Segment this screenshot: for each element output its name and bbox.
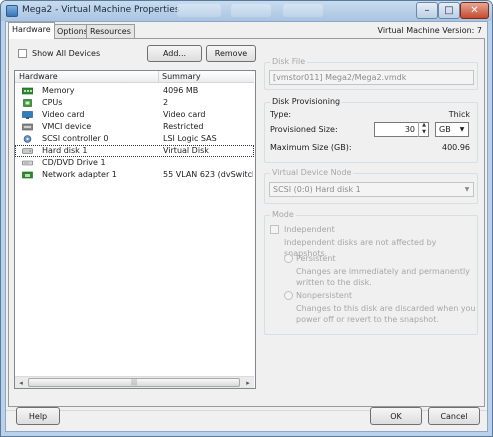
disk-type-label: Type:: [270, 110, 292, 119]
independent-checkbox: [270, 225, 279, 234]
maximum-size-label: Maximum Size (GB):: [270, 143, 352, 152]
independent-label: Independent: [284, 225, 335, 234]
hard-disk-icon: [22, 148, 33, 154]
cancel-button[interactable]: Cancel: [428, 407, 480, 425]
disk-file-group: Disk File [vmstor011] Mega2/Mega2.vmdk: [264, 57, 478, 90]
provisioned-size-spinner[interactable]: ▲ ▼: [418, 122, 429, 137]
disk-provisioning-group: Disk Provisioning Type: Thick Provisione…: [264, 97, 478, 163]
maximize-button[interactable]: □: [438, 2, 460, 19]
nonpersistent-label: Nonpersistent: [296, 291, 353, 300]
column-header-hardware[interactable]: Hardware: [19, 72, 58, 81]
dialog-client-area: Hardware Options Resources Virtual Machi…: [5, 21, 488, 432]
disk-file-group-title: Disk File: [270, 57, 308, 66]
hardware-list-header: Hardware Summary: [15, 71, 254, 83]
scrollbar-thumb[interactable]: |||: [28, 378, 240, 387]
hardware-list[interactable]: Hardware Summary Memory 4096 MB CPUs 2 V…: [14, 70, 256, 389]
hardware-name: VMCI device: [42, 122, 92, 131]
video-card-icon: [22, 111, 33, 119]
hardware-summary: LSI Logic SAS: [163, 134, 217, 143]
background-window-blur: [231, 4, 271, 17]
hardware-row-cpus[interactable]: CPUs 2: [15, 97, 254, 109]
hardware-name: SCSI controller 0: [42, 134, 109, 143]
nonpersistent-description: Changes to this disk are discarded when …: [296, 304, 476, 324]
memory-icon: [22, 87, 33, 95]
minimize-button[interactable]: –: [416, 2, 438, 19]
provisioned-size-label: Provisioned Size:: [270, 125, 338, 134]
disk-type-value: Thick: [448, 110, 470, 119]
hardware-row-hard-disk[interactable]: Hard disk 1 Virtual Disk: [15, 145, 254, 157]
mode-group: Mode Independent Independent disks are n…: [264, 210, 478, 335]
hardware-summary: Restricted: [163, 122, 204, 131]
hardware-row-video-card[interactable]: Video card Video card: [15, 109, 254, 121]
disk-file-path-field: [vmstor011] Mega2/Mega2.vmdk: [269, 70, 474, 85]
mode-group-title: Mode: [270, 210, 296, 219]
help-button[interactable]: Help: [16, 407, 60, 425]
maximum-size-value: 400.96: [442, 143, 470, 152]
chevron-down-icon: ▼: [464, 186, 470, 193]
close-button[interactable]: ✕: [460, 2, 489, 19]
hardware-summary: Virtual Disk: [163, 146, 209, 155]
network-adapter-icon: [22, 171, 33, 179]
window-title: Mega2 - Virtual Machine Properties: [22, 5, 180, 15]
virtual-device-node-select: SCSI (0:0) Hard disk 1 ▼: [269, 182, 474, 197]
virtual-device-node-group: Virtual Device Node SCSI (0:0) Hard disk…: [264, 168, 478, 204]
spin-down-icon[interactable]: ▼: [419, 129, 429, 136]
remove-device-button[interactable]: Remove: [206, 45, 256, 62]
persistent-description: Changes are immediately and permanently …: [296, 267, 470, 287]
hardware-name: CPUs: [42, 98, 63, 107]
hardware-summary: 55 VLAN 623 (dvSwitch...: [163, 170, 253, 179]
hardware-name: Hard disk 1: [42, 146, 88, 155]
virtual-device-node-group-title: Virtual Device Node: [270, 168, 354, 177]
hardware-name: CD/DVD Drive 1: [42, 158, 106, 167]
hardware-list-horizontal-scrollbar[interactable]: ◂ ||| ▸: [15, 376, 254, 388]
hardware-name: Network adapter 1: [42, 170, 117, 179]
background-window-blur: [283, 4, 323, 17]
scroll-left-arrow-icon[interactable]: ◂: [15, 377, 27, 388]
tab-resources[interactable]: Resources: [86, 24, 135, 38]
disk-provisioning-group-title: Disk Provisioning: [270, 97, 343, 106]
hardware-name: Video card: [42, 110, 85, 119]
show-all-devices-label: Show All Devices: [32, 49, 101, 58]
nonpersistent-radio: [284, 291, 293, 300]
cpu-icon: [23, 99, 32, 107]
chevron-down-icon[interactable]: ▼: [457, 124, 467, 135]
hardware-row-scsi-controller[interactable]: SCSI controller 0 LSI Logic SAS: [15, 133, 254, 145]
hardware-summary: Video card: [163, 110, 206, 119]
persistent-label: Persistent: [296, 254, 336, 263]
hardware-summary: 4096 MB: [163, 86, 199, 95]
size-unit-select[interactable]: GB ▼: [435, 122, 469, 137]
title-bar[interactable]: Mega2 - Virtual Machine Properties – □ ✕: [1, 1, 492, 21]
spin-up-icon[interactable]: ▲: [419, 122, 429, 129]
tab-hardware[interactable]: Hardware: [8, 22, 55, 39]
show-all-devices-checkbox[interactable]: [18, 49, 27, 58]
vm-properties-window: Mega2 - Virtual Machine Properties – □ ✕…: [0, 0, 493, 437]
virtual-device-node-value: SCSI (0:0) Hard disk 1: [273, 185, 361, 194]
scsi-controller-icon: [23, 135, 32, 143]
scrollbar-grip-icon: |||: [130, 379, 138, 386]
vmci-device-icon: [22, 123, 33, 131]
cd-dvd-drive-icon: [22, 160, 33, 166]
hardware-row-cd-dvd-drive[interactable]: CD/DVD Drive 1: [15, 157, 254, 169]
hardware-row-memory[interactable]: Memory 4096 MB: [15, 85, 254, 97]
size-unit-value: GB: [439, 125, 451, 134]
scroll-right-arrow-icon[interactable]: ▸: [242, 377, 254, 388]
persistent-radio: [284, 254, 293, 263]
column-header-summary[interactable]: Summary: [162, 72, 201, 81]
add-device-button[interactable]: Add...: [147, 45, 202, 62]
background-window-blur: [177, 4, 221, 17]
app-icon: [6, 5, 18, 17]
vm-version-label: Virtual Machine Version: 7: [377, 26, 482, 35]
hardware-tab-panel: Show All Devices Add... Remove Hardware …: [8, 38, 485, 407]
hardware-row-vmci-device[interactable]: VMCI device Restricted: [15, 121, 254, 133]
hardware-row-network-adapter[interactable]: Network adapter 1 55 VLAN 623 (dvSwitch.…: [15, 169, 254, 181]
ok-button[interactable]: OK: [370, 407, 422, 425]
column-divider[interactable]: [158, 71, 159, 83]
hardware-summary: 2: [163, 98, 169, 107]
hardware-name: Memory: [42, 86, 75, 95]
